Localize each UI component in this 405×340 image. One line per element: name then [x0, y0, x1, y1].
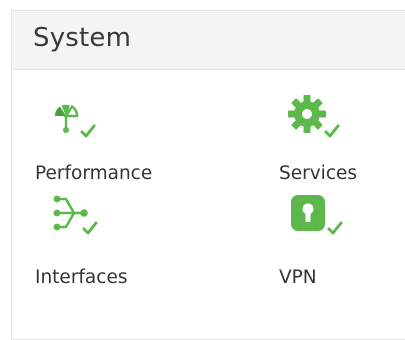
- performance-gauge-icon: [44, 94, 106, 138]
- lock-icon: [285, 191, 347, 235]
- panel-title: System: [33, 23, 132, 53]
- gear-icon: [285, 94, 347, 138]
- tile-interfaces[interactable]: Interfaces: [35, 191, 195, 288]
- tile-vpn[interactable]: VPN: [279, 191, 405, 288]
- tile-label-interfaces: Interfaces: [35, 267, 128, 288]
- system-panel: System Performance Services Interfaces V…: [11, 10, 405, 340]
- tile-performance[interactable]: Performance: [35, 94, 195, 184]
- panel-header: System: [12, 11, 405, 70]
- network-interfaces-icon: [44, 191, 106, 235]
- tile-services[interactable]: Services: [279, 94, 405, 184]
- tile-label-services: Services: [279, 163, 358, 184]
- tile-label-vpn: VPN: [279, 267, 317, 288]
- tile-label-performance: Performance: [35, 163, 153, 184]
